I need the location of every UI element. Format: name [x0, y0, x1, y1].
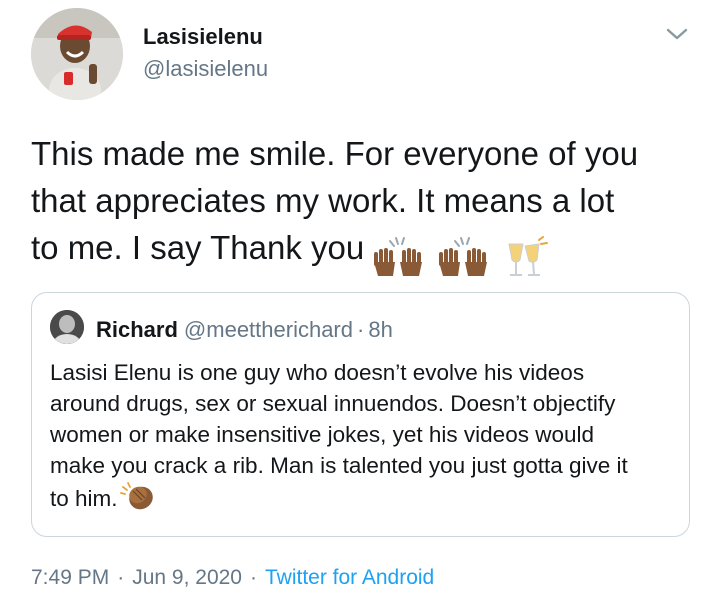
meta-separator: ·	[249, 566, 257, 589]
quoted-timestamp[interactable]: 8h	[368, 317, 392, 342]
tweet-source-link[interactable]: Twitter for Android	[265, 566, 434, 589]
raising-hands-emoji	[374, 237, 423, 277]
quoted-tweet-card[interactable]: Richard @meettherichard · 8h Lasisi Elenu i…	[31, 292, 690, 537]
tweet-line: This made me smile. For everyone of you	[31, 135, 639, 172]
author-avatar[interactable]	[31, 8, 123, 100]
quoted-line: around drugs, sex or sexual innuendos. D…	[50, 391, 616, 416]
quoted-author-name[interactable]: Richard	[96, 317, 178, 342]
tweet-date[interactable]: Jun 9, 2020	[132, 566, 242, 589]
tweet-text: This made me smile. For everyone of you …	[31, 130, 701, 280]
chevron-down-icon[interactable]	[664, 24, 690, 44]
clapping-hands-emoji	[119, 482, 153, 510]
quoted-author-avatar[interactable]	[50, 310, 84, 344]
quoted-separator: ·	[357, 317, 365, 342]
author-name[interactable]: Lasisielenu	[143, 24, 263, 50]
tweet-time[interactable]: 7:49 PM	[31, 566, 109, 589]
quoted-line: women or make insensitive jokes, yet his…	[50, 422, 594, 447]
clinking-glasses-emoji	[507, 236, 548, 277]
quoted-header: Richard @meettherichard · 8h	[96, 317, 393, 343]
tweet-meta: 7:49 PM · Jun 9, 2020 · Twitter for Android	[31, 566, 434, 590]
quoted-line: to him.	[50, 481, 675, 514]
tweet-line: that appreciates my work. It means a lot	[31, 182, 615, 219]
author-handle[interactable]: @lasisielenu	[143, 56, 268, 82]
tweet-line: to me. I say Thank you	[31, 224, 701, 280]
meta-separator: ·	[117, 566, 125, 589]
quoted-line: make you crack a rib. Man is talented yo…	[50, 453, 628, 478]
raising-hands-emoji	[439, 237, 488, 277]
quoted-line: Lasisi Elenu is one guy who doesn’t evol…	[50, 360, 585, 385]
quoted-text: Lasisi Elenu is one guy who doesn’t evol…	[50, 357, 675, 514]
quoted-author-handle[interactable]: @meettherichard	[184, 317, 353, 342]
